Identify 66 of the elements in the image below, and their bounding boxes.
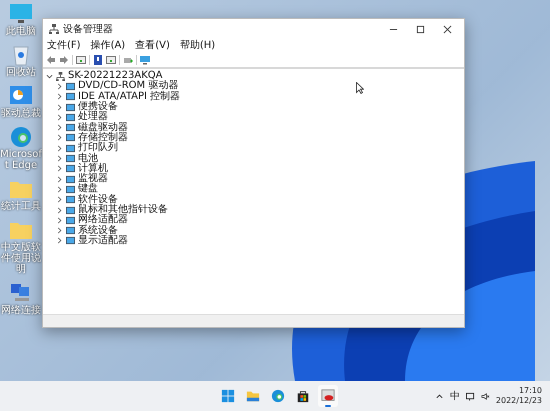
menu-item[interactable]: 帮助(H) <box>180 40 216 52</box>
network-tree-icon <box>49 24 59 34</box>
store-bag-icon <box>296 389 310 403</box>
expand-chevron-icon[interactable] <box>56 134 63 142</box>
computer-tree-icon <box>56 72 65 81</box>
clock-date[interactable]: 2022/12/23 <box>496 396 542 406</box>
tree-item[interactable]: 处理器 <box>78 112 108 122</box>
expand-chevron-icon[interactable] <box>56 144 63 152</box>
window-title: 设备管理器 <box>63 23 113 36</box>
desktop-icon-label: 驱动总裁 <box>1 108 41 119</box>
tree-item[interactable]: 软件设备 <box>78 194 118 205</box>
desktop-icon-label: 此电脑 <box>6 26 36 37</box>
tree-item[interactable]: 显示适配器 <box>78 236 128 246</box>
expand-chevron-icon[interactable] <box>56 93 63 100</box>
start-icon <box>221 389 235 403</box>
expand-chevron-icon[interactable] <box>46 72 53 80</box>
desktop-icon-label: 中文版软件使用说明 <box>0 242 42 275</box>
folder-icon <box>246 389 260 403</box>
forward-arrow-icon[interactable] <box>59 54 69 64</box>
expand-chevron-icon[interactable] <box>56 176 63 183</box>
expand-chevron-icon[interactable] <box>56 227 63 234</box>
tree-item[interactable]: 计算机 <box>78 164 108 174</box>
desktop-icon-label: 回收站 <box>6 67 36 78</box>
clock-time[interactable]: 17:10 <box>518 386 542 396</box>
expand-chevron-icon[interactable] <box>56 196 63 204</box>
expand-chevron-icon[interactable] <box>56 165 63 172</box>
expand-chevron-icon[interactable] <box>56 104 63 111</box>
tree-item[interactable]: 存储控制器 <box>78 132 128 143</box>
desktop-icon-label: 网络连接 <box>1 305 41 316</box>
tree-item[interactable]: IDE ATA/ATAPI 控制器 <box>78 92 180 102</box>
monitor-icon[interactable] <box>9 2 33 26</box>
monitor-icon[interactable] <box>140 54 150 64</box>
desktop-icon-label: 统计工具 <box>1 201 41 212</box>
properties-icon[interactable] <box>76 54 86 64</box>
back-arrow-icon[interactable] <box>46 54 56 64</box>
edge-icon[interactable] <box>9 125 33 149</box>
speaker-muted-icon[interactable] <box>480 392 490 400</box>
tree-item[interactable]: 电池 <box>78 154 98 164</box>
expand-chevron-icon[interactable] <box>56 124 63 132</box>
tree-item[interactable]: 鼠标和其他指针设备 <box>78 205 168 215</box>
close-icon[interactable] <box>443 24 452 34</box>
expand-chevron-icon[interactable] <box>56 237 63 244</box>
tree-item[interactable]: 网络适配器 <box>78 215 128 226</box>
expand-chevron-icon[interactable] <box>56 82 63 90</box>
network-icon[interactable] <box>466 392 475 400</box>
menu-item[interactable]: 操作(A) <box>90 40 126 52</box>
menu-item[interactable]: 查看(V) <box>135 40 170 52</box>
mouse-cursor-icon <box>356 82 364 94</box>
tree-item[interactable]: 键盘 <box>78 184 98 194</box>
window-icon[interactable] <box>106 54 116 64</box>
expand-chevron-icon[interactable] <box>56 114 63 121</box>
tree-item[interactable]: 系统设备 <box>78 226 118 236</box>
tree-item[interactable]: SK-20221223AKQA <box>68 71 162 82</box>
expand-chevron-icon[interactable] <box>56 216 63 224</box>
expand-chevron-icon[interactable] <box>56 206 63 214</box>
menu-item[interactable]: 文件(F) <box>47 40 81 52</box>
tree-item[interactable]: 打印队列 <box>78 143 118 154</box>
input-method-indicator[interactable]: 中 <box>450 389 460 403</box>
expand-chevron-icon[interactable] <box>56 186 63 193</box>
device-manager-icon <box>321 389 335 403</box>
expand-chevron-icon[interactable] <box>56 155 63 162</box>
desktop-icon-label: Microsoft Edge <box>0 149 42 171</box>
tree-item[interactable]: DVD/CD-ROM 驱动器 <box>78 81 178 92</box>
edge-icon <box>271 389 285 403</box>
maximize-icon[interactable] <box>416 24 425 34</box>
tree-item[interactable]: 磁盘驱动器 <box>78 122 128 133</box>
